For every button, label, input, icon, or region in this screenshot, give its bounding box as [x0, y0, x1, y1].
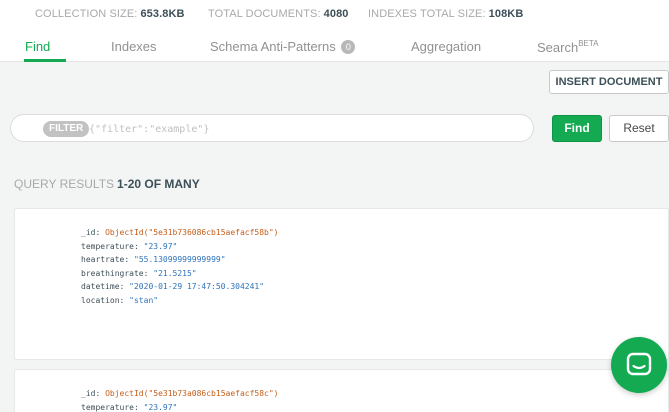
reset-button[interactable]: Reset — [609, 115, 669, 142]
indexes-size-stat: INDEXES TOTAL SIZE: 108KB — [368, 8, 523, 20]
filter-tag: FILTER — [43, 121, 90, 137]
filter-bar: FILTER — [10, 114, 534, 142]
field-value: "23.97" — [143, 241, 178, 251]
document-field: _id: ObjectId("5e31b73a086cb15aefacf58c"… — [81, 389, 279, 398]
field-value: "21.5215" — [153, 268, 197, 278]
indexes-size-label: INDEXES TOTAL SIZE: — [368, 8, 486, 20]
field-value: "55.13099999999999" — [134, 255, 226, 264]
tab-search-label: Search — [537, 40, 579, 55]
document-field: _id: ObjectId("5e31b736086cb15aefacf58b"… — [81, 228, 279, 237]
field-key: location — [81, 295, 120, 305]
document-field: heartrate: "55.13099999999999" — [81, 255, 226, 264]
total-documents-value: 4080 — [323, 8, 349, 20]
insert-document-button[interactable]: INSERT DOCUMENT — [549, 70, 669, 94]
field-value: ObjectId("5e31b736086cb15aefacf58b") — [105, 228, 279, 237]
collection-tabs: Find Indexes Schema Anti-Patterns 0 Aggr… — [0, 30, 669, 62]
tab-search[interactable]: SearchBETA — [537, 39, 599, 55]
field-value: "2020-01-29 17:47:50.304241" — [129, 282, 265, 291]
document-fields: _id: ObjectId("5e31b736086cb15aefacf58b"… — [81, 228, 278, 309]
field-key: _id — [81, 228, 96, 237]
document-field: temperature: "23.97" — [81, 241, 178, 251]
beta-tag: BETA — [578, 39, 599, 48]
field-key: temperature — [81, 402, 134, 412]
find-button[interactable]: Find — [552, 115, 602, 142]
document-card[interactable]: _id: ObjectId("5e31b73a086cb15aefacf58c"… — [14, 369, 669, 412]
tab-schema-anti-patterns[interactable]: Schema Anti-Patterns 0 — [210, 39, 356, 54]
chat-button[interactable] — [611, 337, 667, 393]
collection-size-label: COLLECTION SIZE: — [35, 8, 138, 20]
chat-bubble-icon — [626, 352, 652, 376]
total-documents-label: TOTAL DOCUMENTS: — [208, 8, 321, 20]
tab-find[interactable]: Find — [25, 39, 50, 54]
query-results-header: QUERY RESULTS 1-20 OF MANY — [14, 177, 200, 191]
document-field: location: "stan" — [81, 295, 159, 305]
collection-stats-bar: COLLECTION SIZE: 653.8KB TOTAL DOCUMENTS:… — [0, 0, 669, 30]
document-fields: _id: ObjectId("5e31b73a086cb15aefacf58c"… — [81, 389, 278, 412]
field-key: heartrate — [81, 255, 125, 264]
collection-size-value: 653.8KB — [140, 8, 185, 20]
document-field: datetime: "2020-01-29 17:47:50.304241" — [81, 282, 265, 291]
field-value: "stan" — [129, 295, 159, 305]
field-value: "23.97" — [143, 402, 178, 412]
tab-schema-label: Schema Anti-Patterns — [210, 39, 336, 54]
query-results-label: QUERY RESULTS — [14, 177, 115, 191]
field-key: breathingrate — [81, 268, 144, 278]
total-documents-stat: TOTAL DOCUMENTS: 4080 — [208, 8, 349, 20]
document-card[interactable]: _id: ObjectId("5e31b736086cb15aefacf58b"… — [14, 208, 669, 360]
field-value: ObjectId("5e31b73a086cb15aefacf58c") — [105, 389, 279, 398]
filter-input[interactable] — [89, 120, 519, 138]
schema-count-badge: 0 — [341, 40, 356, 54]
active-tab-indicator — [24, 59, 66, 62]
tab-indexes[interactable]: Indexes — [111, 39, 157, 54]
document-field: temperature: "23.97" — [81, 402, 178, 412]
indexes-size-value: 108KB — [488, 8, 524, 20]
field-key: datetime — [81, 282, 120, 291]
tab-aggregation[interactable]: Aggregation — [411, 39, 481, 54]
collection-size-stat: COLLECTION SIZE: 653.8KB — [35, 8, 185, 20]
query-results-range: 1-20 OF MANY — [117, 177, 200, 191]
field-key: temperature — [81, 241, 134, 251]
field-key: _id — [81, 389, 96, 398]
document-field: breathingrate: "21.5215" — [81, 268, 197, 278]
